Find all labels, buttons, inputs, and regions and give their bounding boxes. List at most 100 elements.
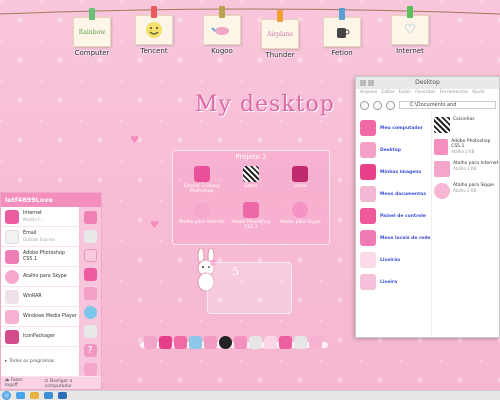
project-item-label: Livros [293, 184, 307, 189]
pictures-icon[interactable] [83, 230, 97, 243]
desktop-title: My desktop [195, 92, 335, 117]
desktop-icon-kugoo[interactable]: Kugoo [200, 6, 244, 55]
nav-item-desktop[interactable]: Desktop [356, 139, 431, 161]
skype-icon [434, 183, 450, 199]
taskbar [0, 390, 500, 400]
documents-icon[interactable] [83, 211, 97, 224]
project-item[interactable]: Zebra [226, 166, 275, 194]
trash-icon [360, 274, 376, 290]
nav-item-network[interactable]: Meus locais de rede [356, 227, 431, 249]
up-icon[interactable] [386, 100, 395, 110]
start-menu-programs: Internet Mozilla F... Email Outlook Expres… [1, 207, 79, 376]
file-item[interactable]: Adobe Photoshop CS5.1 Atalho 2 KB [432, 139, 499, 161]
taskbar-media-icon[interactable] [44, 392, 53, 399]
file-item[interactable]: Coisinhas [432, 117, 499, 139]
start-item-photoshop[interactable]: Adobe Photoshop CS5.1 [1, 247, 79, 267]
desktop-icon-label: Thunder [265, 51, 295, 59]
dock-disc-icon[interactable] [219, 336, 232, 349]
desktop-icon-fetion[interactable]: Fetion [320, 8, 364, 57]
dock-camera-icon[interactable] [204, 336, 217, 349]
project-item[interactable]: Adobe Photoshop CS5.1 [226, 202, 275, 230]
dock-skype-icon[interactable] [264, 336, 277, 349]
menu-item[interactable]: Ferramentas [440, 89, 468, 97]
forward-icon[interactable] [373, 100, 382, 110]
clothespin-icon [151, 6, 157, 18]
project-item[interactable]: Livros [276, 166, 325, 194]
clothespin-icon [407, 6, 413, 18]
photoshop-tutorial-icon [193, 166, 210, 182]
nav-item-my-documents[interactable]: Meus documentos [356, 183, 431, 205]
all-programs-button[interactable]: ▸ Todos os programas [5, 359, 54, 364]
desktop-icon-thunder[interactable]: Airplane Thunder [258, 10, 302, 59]
start-item-skype[interactable]: Atalho para Skype [1, 267, 79, 287]
arrow-right-icon: ▸ [5, 359, 8, 364]
desktop-icon-tencent[interactable]: Tencent [132, 6, 176, 55]
project-window[interactable]: Projeto 2 Tutorial 3 Glossy Photoshop Ze… [172, 150, 330, 245]
menu-item[interactable]: Exibir [399, 89, 412, 97]
network-icon [360, 230, 376, 246]
taskbar-folder-icon[interactable] [30, 392, 39, 399]
start-item-winrar[interactable]: WinRAR [1, 287, 79, 307]
project-item[interactable]: Tutorial 3 Glossy Photoshop [177, 166, 226, 194]
camera-icon[interactable] [83, 268, 97, 281]
start-item-email[interactable]: Email Outlook Express [1, 227, 79, 247]
dock-umbrella-icon[interactable] [144, 336, 157, 349]
menu-item[interactable]: Editar [381, 89, 394, 97]
desktop-icon-computer[interactable]: Rainbow Computer [70, 8, 114, 57]
search-icon[interactable] [83, 363, 97, 376]
start-button[interactable] [2, 391, 11, 400]
music-icon[interactable] [83, 249, 97, 262]
explorer-titlebar[interactable]: Desktop [356, 77, 499, 89]
heart-icon[interactable] [83, 287, 97, 300]
umbrella-icon [5, 249, 19, 264]
kitty-icon [360, 252, 376, 268]
start-item-media-player[interactable]: Windows Media Player [1, 307, 79, 327]
minimize-icon[interactable] [368, 80, 374, 86]
dock-folder-icon[interactable] [279, 336, 292, 349]
menu-item[interactable]: Arquivo [360, 89, 377, 97]
dock-box-icon[interactable] [249, 336, 262, 349]
dock-trash-icon[interactable] [309, 336, 322, 349]
file-item[interactable]: Atalho para Skype Atalho 2 KB [432, 183, 499, 205]
address-bar[interactable]: C:\Documents and [399, 101, 496, 109]
nav-pane: Meu computador Desktop Minhas imagens Me… [356, 113, 432, 335]
dock-heart-icon[interactable] [159, 336, 172, 349]
menu-item[interactable]: Ajuda [472, 89, 485, 97]
taskbar-photoshop-icon[interactable] [58, 392, 67, 399]
taskbar-ie-icon[interactable] [16, 392, 25, 399]
file-item[interactable]: Atalho para Internet Atalho 2 KB [432, 161, 499, 183]
nav-item-my-pictures[interactable]: Minhas imagens [356, 161, 431, 183]
desktop-icon-label: Tencent [140, 47, 168, 55]
explorer-window[interactable]: Desktop Arquivo Editar Exibir Favoritos … [355, 76, 500, 338]
nav-item-control-panel[interactable]: Painel de controle [356, 205, 431, 227]
dock-photo-icon[interactable] [174, 336, 187, 349]
calendar-day: 5 [232, 265, 239, 278]
back-icon[interactable] [360, 100, 369, 110]
printer-icon[interactable] [83, 325, 97, 338]
project-item[interactable]: Atalho para Skype [276, 202, 325, 230]
logoff-button[interactable]: ⏏ Fazer logoff [5, 378, 37, 388]
dock [144, 327, 324, 349]
nav-item-lixeirao[interactable]: Lixeirão [356, 249, 431, 271]
nav-item-recycle-bin[interactable]: Lixeira [356, 271, 431, 293]
shutdown-button[interactable]: ⏻ Desligar o computador [45, 378, 101, 389]
help-icon[interactable]: ? [83, 344, 97, 357]
dock-monitor-icon[interactable] [189, 336, 202, 349]
start-item-iconpackager[interactable]: IconPackager [1, 327, 79, 347]
project-item-label: Tutorial 3 Glossy Photoshop [183, 184, 221, 194]
project-item-label: Adobe Photoshop CS5.1 [231, 220, 271, 230]
menu-item[interactable]: Favoritos [415, 89, 435, 97]
file-list: Coisinhas Adobe Photoshop CS5.1 Atalho 2 … [432, 113, 499, 335]
menu-bar: Arquivo Editar Exibir Favoritos Ferramen… [356, 89, 499, 97]
close-icon[interactable] [360, 80, 366, 86]
media-player-icon [5, 309, 19, 324]
dock-shopping-icon[interactable] [294, 336, 307, 349]
start-item-internet[interactable]: Internet Mozilla F... [1, 207, 79, 227]
nav-item-my-computer[interactable]: Meu computador [356, 117, 431, 139]
calendar-widget[interactable] [207, 262, 292, 314]
internet-icon [193, 202, 210, 218]
dock-umbrella-icon[interactable] [234, 336, 247, 349]
project-item[interactable]: Atalho para Internet [177, 202, 226, 230]
desktop-icon-internet[interactable]: ♡ Internet [388, 6, 432, 55]
network-icon[interactable] [83, 306, 97, 319]
